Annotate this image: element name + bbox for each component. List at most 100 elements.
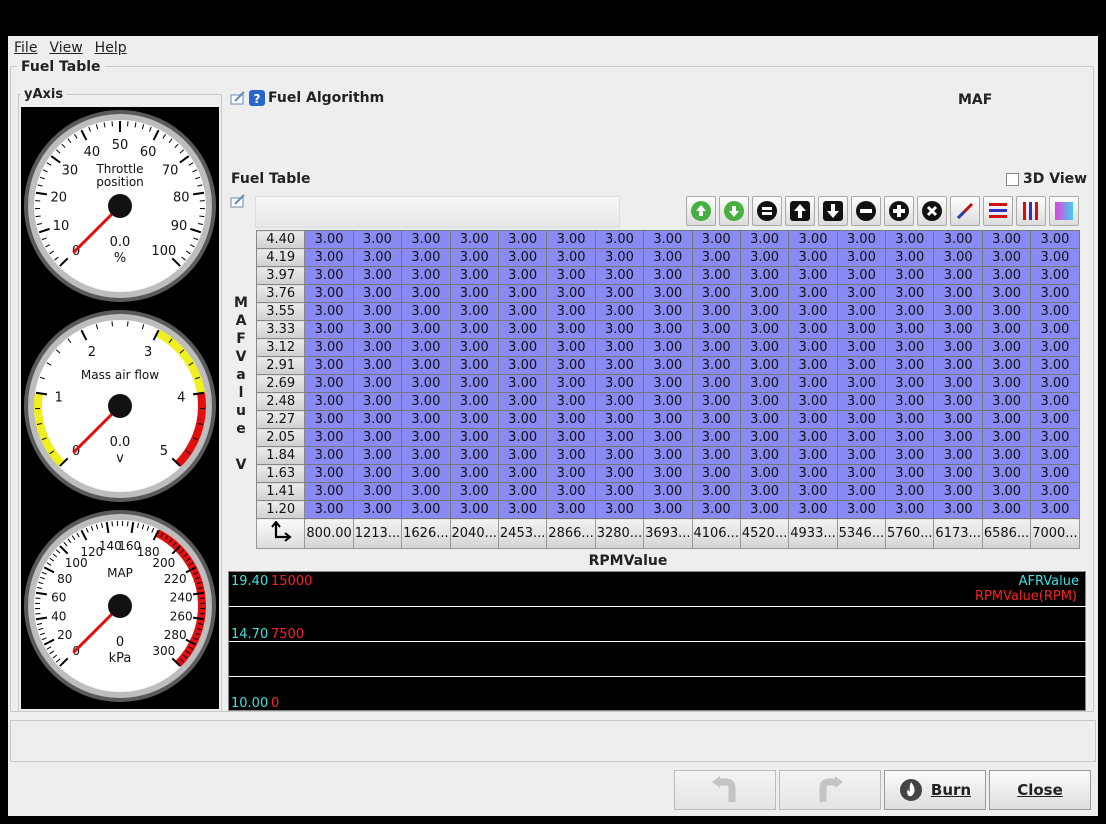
- close-button[interactable]: Close: [989, 770, 1091, 810]
- table-cell[interactable]: 3.00: [933, 374, 983, 393]
- y-axis-value[interactable]: 1.20: [255, 500, 306, 519]
- table-cell[interactable]: 3.00: [981, 230, 1032, 249]
- table-cell[interactable]: 3.00: [981, 500, 1032, 519]
- table-cell[interactable]: 3.00: [643, 428, 693, 447]
- x-axis-value[interactable]: 4520...: [739, 518, 790, 549]
- help-icon[interactable]: ?: [249, 90, 265, 106]
- menu-view[interactable]: View: [49, 40, 82, 56]
- table-cell[interactable]: 3.00: [352, 500, 403, 519]
- table-cell[interactable]: 3.00: [933, 248, 983, 267]
- table-cell[interactable]: 3.00: [739, 248, 790, 267]
- table-cell[interactable]: 3.00: [594, 230, 645, 249]
- table-cell[interactable]: 3.00: [981, 338, 1032, 357]
- table-cell[interactable]: 3.00: [1030, 410, 1080, 429]
- table-cell[interactable]: 3.00: [546, 356, 596, 375]
- table-cell[interactable]: 3.00: [885, 302, 935, 321]
- table-cell[interactable]: 3.00: [304, 392, 354, 411]
- table-cell[interactable]: 3.00: [401, 284, 451, 303]
- table-cell[interactable]: 3.00: [594, 248, 645, 267]
- table-cell[interactable]: 3.00: [594, 266, 645, 285]
- table-cell[interactable]: 3.00: [836, 392, 887, 411]
- table-cell[interactable]: 3.00: [933, 284, 983, 303]
- table-cell[interactable]: 3.00: [497, 428, 548, 447]
- table-cell[interactable]: 3.00: [691, 284, 741, 303]
- table-cell[interactable]: 3.00: [739, 392, 790, 411]
- table-cell[interactable]: 3.00: [691, 248, 741, 267]
- table-cell[interactable]: 3.00: [304, 248, 354, 267]
- table-cell[interactable]: 3.00: [691, 464, 741, 483]
- table-cell[interactable]: 3.00: [788, 248, 838, 267]
- table-cell[interactable]: 3.00: [933, 392, 983, 411]
- table-cell[interactable]: 3.00: [546, 500, 596, 519]
- table-cell[interactable]: 3.00: [739, 302, 790, 321]
- table-cell[interactable]: 3.00: [885, 464, 935, 483]
- y-axis-value[interactable]: 3.12: [255, 338, 306, 357]
- table-cell[interactable]: 3.00: [739, 482, 790, 501]
- table-cell[interactable]: 3.00: [449, 284, 499, 303]
- table-cell[interactable]: 3.00: [352, 338, 403, 357]
- x-axis-value[interactable]: 800.00: [304, 518, 354, 549]
- y-axis-value[interactable]: 2.91: [255, 356, 306, 375]
- table-cell[interactable]: 3.00: [739, 338, 790, 357]
- table-cell[interactable]: 3.00: [643, 446, 693, 465]
- algorithm-value[interactable]: MAF: [958, 92, 992, 108]
- table-cell[interactable]: 3.00: [933, 482, 983, 501]
- y-axis-value[interactable]: 3.55: [255, 302, 306, 321]
- table-cell[interactable]: 3.00: [691, 392, 741, 411]
- table-cell[interactable]: 3.00: [836, 320, 887, 339]
- table-cell[interactable]: 3.00: [691, 338, 741, 357]
- table-cell[interactable]: 3.00: [836, 500, 887, 519]
- table-cell[interactable]: 3.00: [643, 284, 693, 303]
- checkbox-box[interactable]: [1006, 172, 1019, 186]
- table-cell[interactable]: 3.00: [449, 302, 499, 321]
- increment-green-button[interactable]: [686, 196, 716, 226]
- table-cell[interactable]: 3.00: [449, 482, 499, 501]
- table-cell[interactable]: 3.00: [788, 356, 838, 375]
- table-cell[interactable]: 3.00: [352, 464, 403, 483]
- table-cell[interactable]: 3.00: [836, 248, 887, 267]
- table-cell[interactable]: 3.00: [352, 392, 403, 411]
- y-axis-value[interactable]: 3.97: [255, 266, 306, 285]
- table-cell[interactable]: 3.00: [594, 446, 645, 465]
- table-cell[interactable]: 3.00: [449, 266, 499, 285]
- table-cell[interactable]: 3.00: [352, 266, 403, 285]
- table-cell[interactable]: 3.00: [643, 482, 693, 501]
- table-cell[interactable]: 3.00: [691, 266, 741, 285]
- table-cell[interactable]: 3.00: [497, 374, 548, 393]
- table-cell[interactable]: 3.00: [981, 392, 1032, 411]
- table-cell[interactable]: 3.00: [1030, 464, 1080, 483]
- table-cell[interactable]: 3.00: [836, 410, 887, 429]
- table-cell[interactable]: 3.00: [449, 428, 499, 447]
- y-axis-value[interactable]: 3.33: [255, 320, 306, 339]
- table-cell[interactable]: 3.00: [304, 500, 354, 519]
- table-cell[interactable]: 3.00: [546, 482, 596, 501]
- y-axis-value[interactable]: 3.76: [255, 284, 306, 303]
- y-axis-value[interactable]: 1.41: [255, 482, 306, 501]
- table-cell[interactable]: 3.00: [594, 374, 645, 393]
- table-cell[interactable]: 3.00: [497, 302, 548, 321]
- table-cell[interactable]: 3.00: [352, 428, 403, 447]
- table-cell[interactable]: 3.00: [981, 284, 1032, 303]
- table-cell[interactable]: 3.00: [933, 230, 983, 249]
- table-cell[interactable]: 3.00: [933, 302, 983, 321]
- decrement-green-button[interactable]: [719, 196, 749, 226]
- table-cell[interactable]: 3.00: [643, 338, 693, 357]
- table-cell[interactable]: 3.00: [739, 266, 790, 285]
- table-cell[interactable]: 3.00: [739, 464, 790, 483]
- x-axis-value[interactable]: 2453...: [497, 518, 548, 549]
- table-cell[interactable]: 3.00: [739, 500, 790, 519]
- table-cell[interactable]: 3.00: [497, 500, 548, 519]
- x-axis-value[interactable]: 3280...: [594, 518, 645, 549]
- table-cell[interactable]: 3.00: [449, 374, 499, 393]
- table-cell[interactable]: 3.00: [788, 266, 838, 285]
- table-cell[interactable]: 3.00: [304, 464, 354, 483]
- table-cell[interactable]: 3.00: [352, 302, 403, 321]
- table-cell[interactable]: 3.00: [643, 464, 693, 483]
- table-cell[interactable]: 3.00: [401, 302, 451, 321]
- table-cell[interactable]: 3.00: [788, 410, 838, 429]
- table-cell[interactable]: 3.00: [304, 302, 354, 321]
- table-cell[interactable]: 3.00: [304, 356, 354, 375]
- table-cell[interactable]: 3.00: [933, 410, 983, 429]
- table-cell[interactable]: 3.00: [836, 284, 887, 303]
- table-cell[interactable]: 3.00: [1030, 392, 1080, 411]
